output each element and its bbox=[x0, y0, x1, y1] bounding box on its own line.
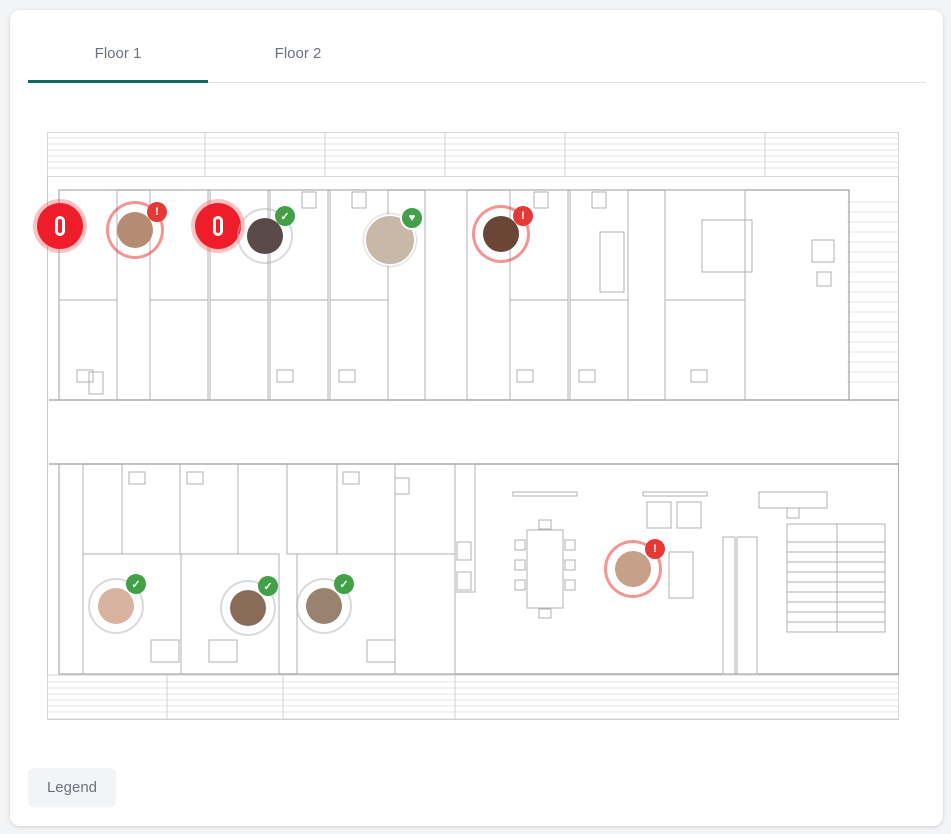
legend-button[interactable]: Legend bbox=[28, 768, 116, 807]
tab-floor-1[interactable]: Floor 1 bbox=[28, 32, 208, 83]
check-badge-icon: ✓ bbox=[334, 574, 354, 594]
resident-photo bbox=[230, 590, 266, 626]
alert-badge-icon: ! bbox=[513, 206, 533, 226]
resident-avatar-3[interactable]: ♥ bbox=[362, 206, 424, 266]
resident-photo bbox=[615, 551, 651, 587]
resident-avatar-1[interactable]: ! bbox=[109, 202, 167, 256]
alarm-icon bbox=[55, 216, 65, 236]
floor-plan-card: Floor 1 Floor 2 ! ✓ ♥ ! ! ✓ ✓ ✓ Legend bbox=[10, 10, 943, 826]
resident-avatar-6[interactable]: ✓ bbox=[90, 574, 146, 632]
resident-avatar-8[interactable]: ✓ bbox=[298, 574, 354, 632]
alert-badge-icon: ! bbox=[645, 539, 665, 559]
check-badge-icon: ✓ bbox=[258, 576, 278, 596]
floor-tabs: Floor 1 Floor 2 bbox=[28, 32, 926, 83]
check-badge-icon: ✓ bbox=[126, 574, 146, 594]
resident-avatar-2[interactable]: ✓ bbox=[239, 206, 295, 262]
alarm-marker-1[interactable] bbox=[37, 203, 83, 249]
alert-badge-icon: ! bbox=[147, 202, 167, 222]
resident-photo bbox=[98, 588, 134, 624]
resident-photo bbox=[306, 588, 342, 624]
alarm-marker-2[interactable] bbox=[195, 203, 241, 249]
floor-plan bbox=[47, 132, 899, 720]
resident-avatar-4[interactable]: ! bbox=[475, 206, 533, 260]
tab-floor-2[interactable]: Floor 2 bbox=[208, 32, 388, 80]
heart-badge-icon: ♥ bbox=[400, 206, 424, 230]
resident-avatar-5[interactable]: ! bbox=[607, 539, 665, 595]
resident-avatar-7[interactable]: ✓ bbox=[222, 576, 278, 634]
alarm-icon bbox=[213, 216, 223, 236]
check-badge-icon: ✓ bbox=[275, 206, 295, 226]
